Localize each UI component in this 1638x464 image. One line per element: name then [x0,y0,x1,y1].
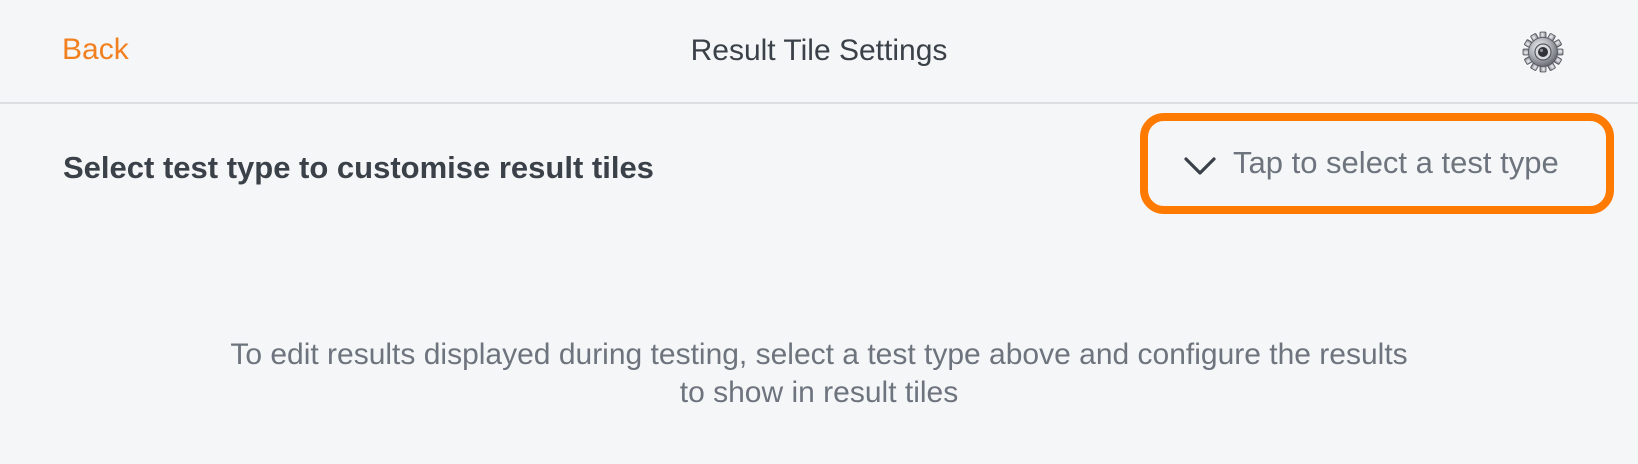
settings-button[interactable] [1522,31,1564,73]
gear-icon [1522,31,1564,73]
page-title: Result Tile Settings [690,34,948,67]
test-type-placeholder: Tap to select a test type [1233,145,1559,180]
chevron-down-icon [1182,148,1218,184]
info-message-line-1: To edit results displayed during testing… [230,338,1408,371]
select-test-type-label: Select test type to customise result til… [63,150,654,185]
back-button[interactable]: Back [62,30,129,70]
test-type-dropdown[interactable]: Tap to select a test type [1140,113,1614,214]
header-bar: Back Result Tile Settings [0,0,1638,104]
info-message: To edit results displayed during testing… [0,336,1638,412]
info-message-line-2: to show in result tiles [679,376,959,409]
